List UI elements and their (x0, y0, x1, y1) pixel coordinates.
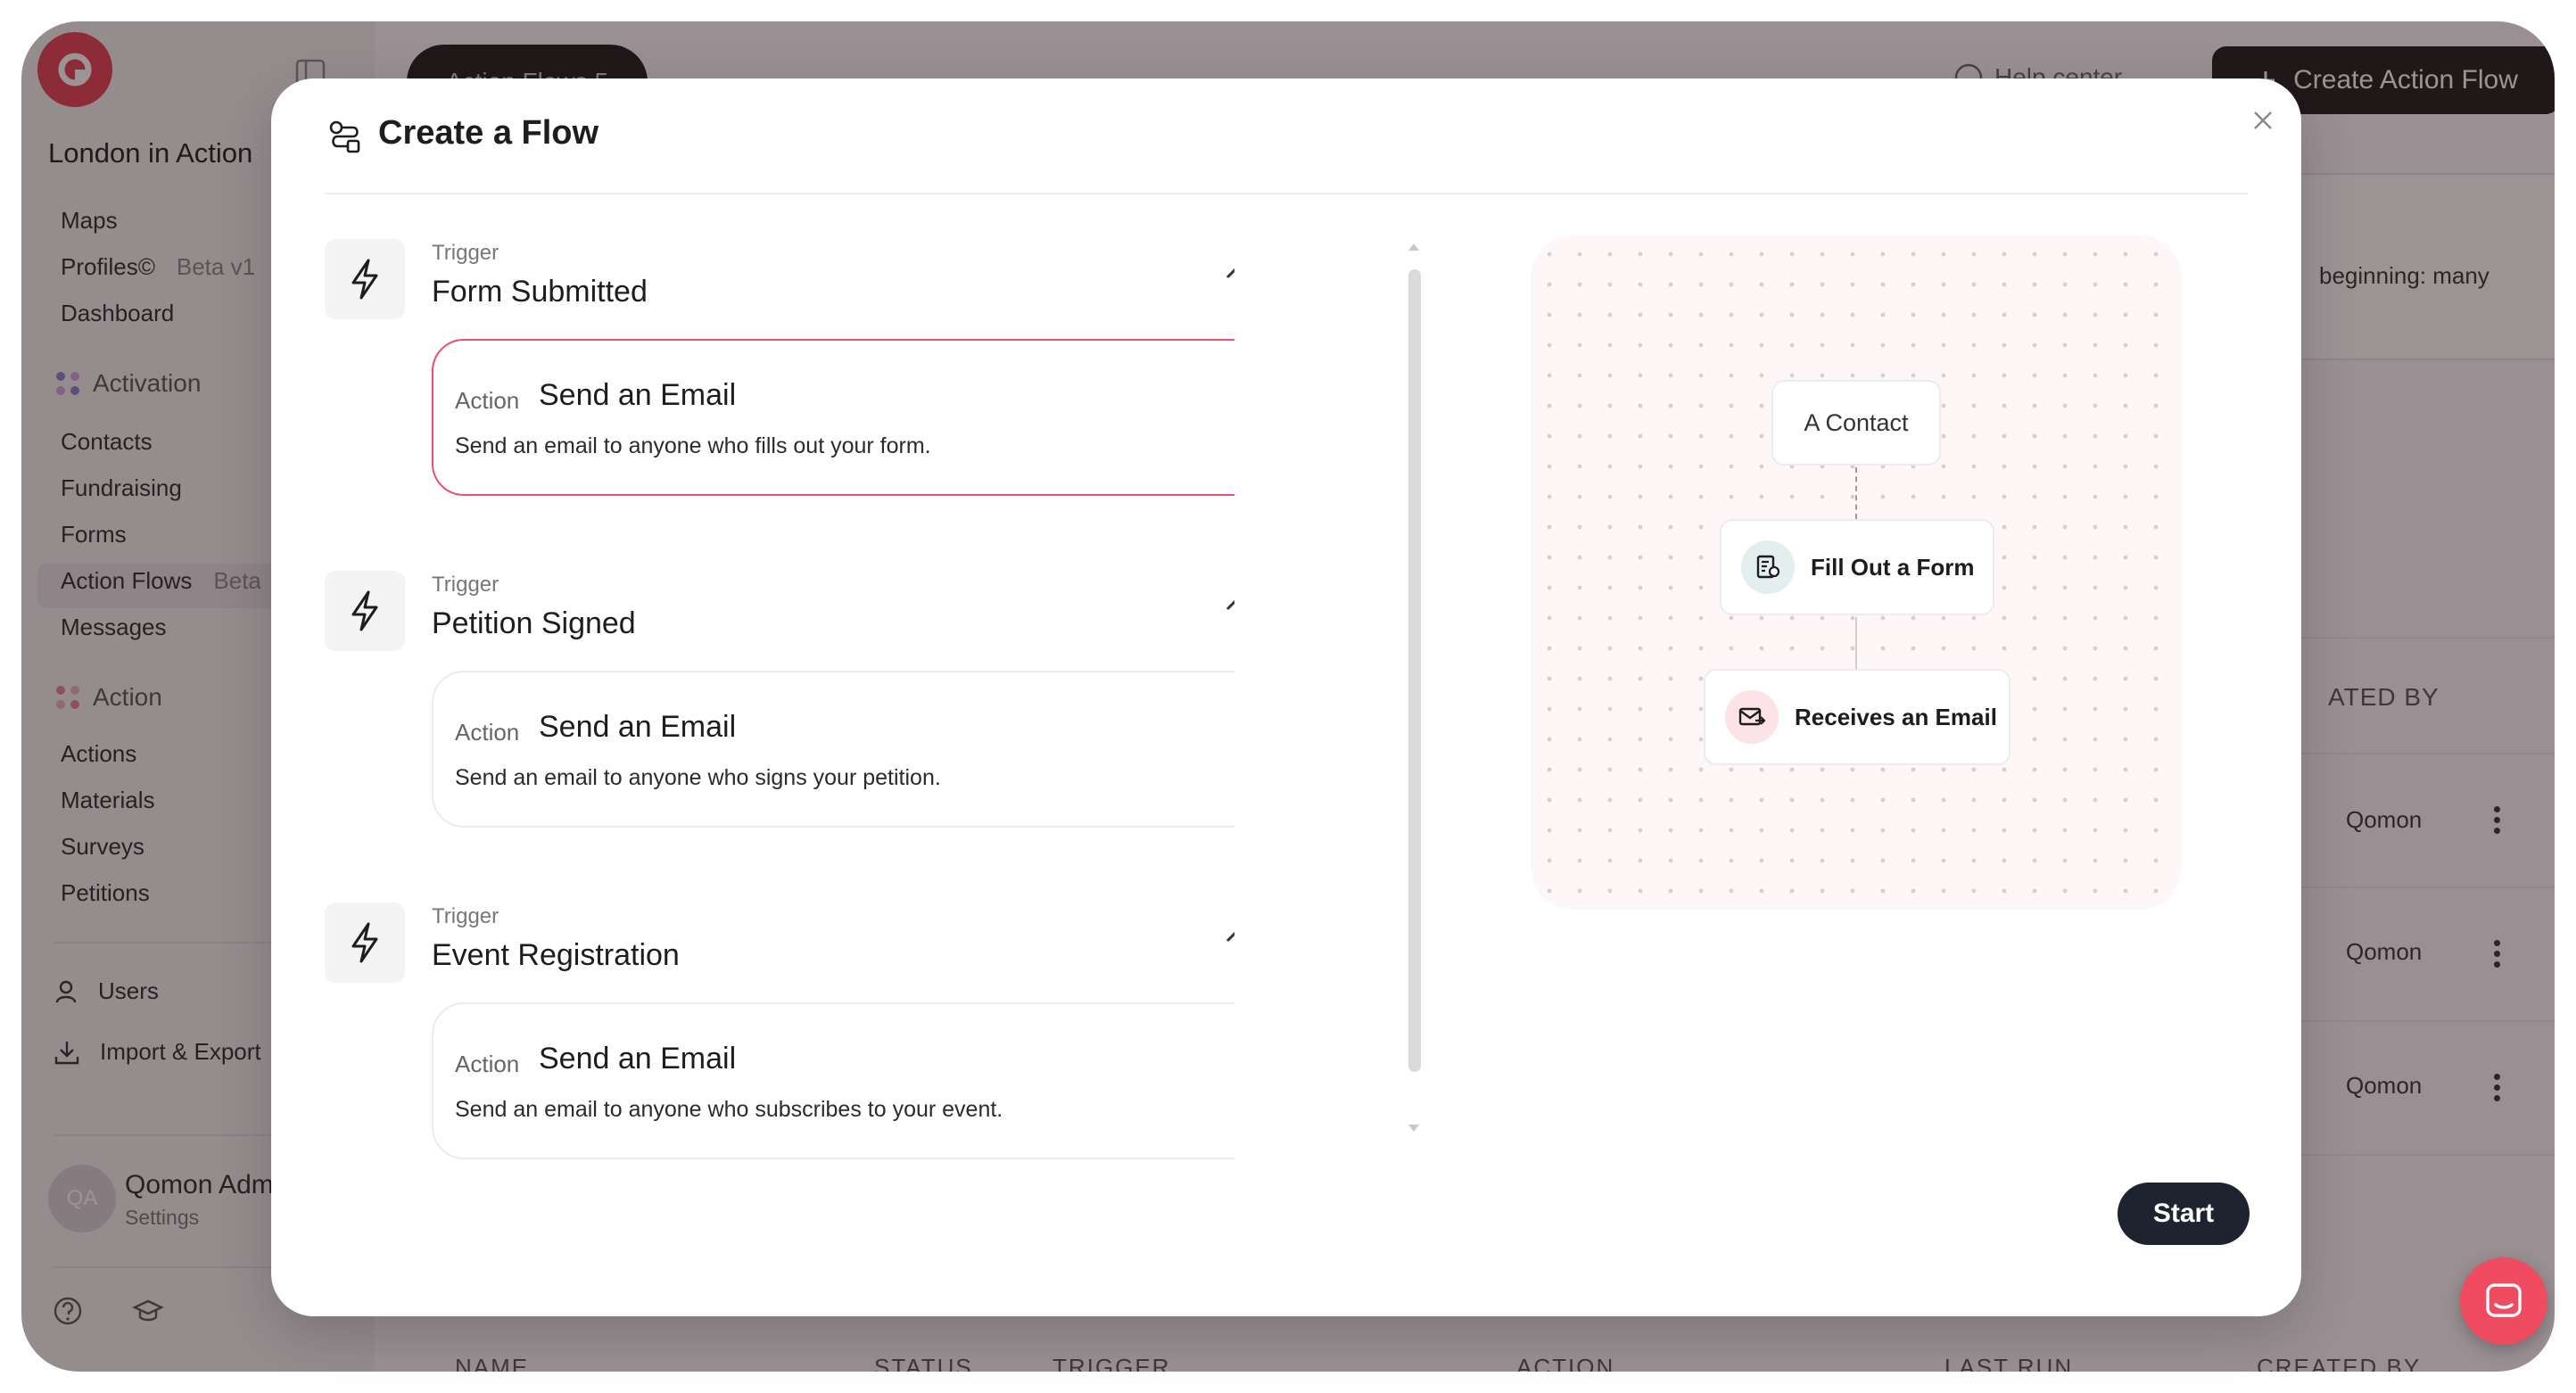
action-label: Action (455, 719, 520, 746)
trigger-title: Petition Signed (432, 606, 636, 640)
trigger-label: Trigger (432, 241, 500, 265)
email-icon (1738, 707, 1766, 726)
action-card-send-email[interactable]: Action Send an Email Send an email to an… (432, 1002, 1234, 1159)
trigger-icon-box (325, 239, 405, 319)
chevron-up-icon[interactable] (1224, 927, 1234, 945)
lightning-icon (351, 259, 378, 300)
flow-icon (329, 120, 360, 153)
diagram-node-fill-form: Fill Out a Form (1720, 519, 1994, 615)
chat-launcher-button[interactable] (2460, 1257, 2547, 1345)
action-description: Send an email to anyone who subscribes t… (455, 1097, 1003, 1122)
trigger-label: Trigger (432, 904, 500, 928)
lightning-icon (351, 922, 378, 963)
action-title: Send an Email (539, 378, 737, 412)
form-icon (1756, 555, 1780, 579)
action-title: Send an Email (539, 1042, 737, 1076)
scrollbar-thumb[interactable] (1408, 269, 1421, 1072)
flow-template-list[interactable]: Trigger Form Submitted Action Send an Em… (325, 239, 1234, 1220)
diagram-connector-dashed (1855, 467, 1857, 519)
create-flow-modal: Create a Flow Trigger Form Submitted Act… (271, 78, 2301, 1316)
diagram-node-fill-form-label: Fill Out a Form (1811, 553, 1975, 581)
action-description: Send an email to anyone who fills out yo… (455, 433, 931, 458)
email-icon-circle (1725, 690, 1779, 744)
diagram-connector-solid (1855, 617, 1857, 669)
chevron-up-icon[interactable] (1224, 596, 1234, 614)
action-label: Action (455, 387, 520, 414)
chat-icon (2486, 1283, 2522, 1317)
action-card-send-email[interactable]: Action Send an Email Send an email to an… (432, 339, 1234, 496)
modal-divider (325, 193, 2248, 194)
scrollbar-up-arrow[interactable] (1406, 239, 1422, 255)
modal-title: Create a Flow (378, 114, 599, 152)
action-label: Action (455, 1051, 520, 1077)
action-description: Send an email to anyone who signs your p… (455, 765, 941, 790)
start-button[interactable]: Start (2118, 1183, 2250, 1245)
diagram-node-receives-email-label: Receives an Email (1795, 703, 1997, 730)
trigger-icon-box (325, 903, 405, 983)
action-title: Send an Email (539, 710, 737, 744)
trigger-title: Event Registration (432, 938, 680, 972)
lightning-icon (351, 590, 378, 631)
flow-diagram-preview: A Contact Fill Out a Form Receives an Em… (1531, 235, 2182, 910)
trigger-label: Trigger (432, 573, 500, 597)
diagram-node-contact: A Contact (1771, 380, 1941, 466)
scrollbar-down-arrow[interactable] (1406, 1120, 1422, 1136)
trigger-icon-box (325, 571, 405, 651)
action-card-send-email[interactable]: Action Send an Email Send an email to an… (432, 671, 1234, 828)
form-icon-circle (1741, 540, 1795, 594)
close-icon[interactable] (2250, 107, 2276, 134)
trigger-title: Form Submitted (432, 275, 648, 309)
chevron-up-icon[interactable] (1224, 264, 1234, 282)
diagram-node-receives-email: Receives an Email (1704, 669, 2010, 765)
